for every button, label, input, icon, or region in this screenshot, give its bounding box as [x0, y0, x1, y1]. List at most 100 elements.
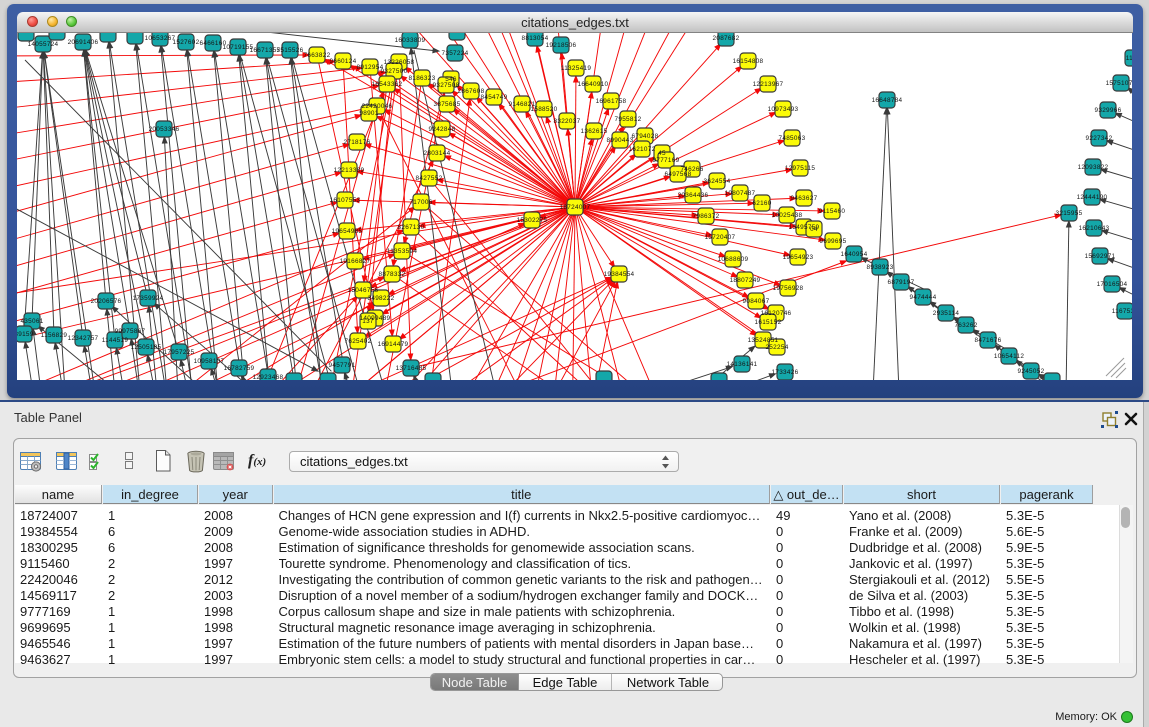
- svg-text:6879197: 6879197: [888, 279, 915, 286]
- svg-text:7485063: 7485063: [779, 135, 806, 142]
- svg-text:19654985: 19654985: [332, 228, 363, 235]
- svg-text:16120746: 16120746: [761, 310, 792, 317]
- svg-text:12213389: 12213389: [334, 167, 365, 174]
- svg-text:16914479: 16914479: [378, 341, 409, 348]
- svg-text:9329966: 9329966: [1095, 107, 1122, 114]
- svg-text:8878332: 8878332: [379, 271, 406, 278]
- svg-text:20206576: 20206576: [91, 298, 122, 305]
- svg-text:45: 45: [658, 150, 666, 157]
- svg-text:1362615: 1362615: [581, 128, 608, 135]
- svg-text:10973493: 10973493: [768, 106, 799, 113]
- svg-text:10654112: 10654112: [994, 353, 1025, 360]
- svg-text:8990443: 8990443: [607, 137, 634, 144]
- svg-text:19756928: 19756928: [773, 285, 804, 292]
- svg-text:16961758: 16961758: [596, 98, 627, 105]
- svg-text:1640954: 1640954: [841, 251, 868, 258]
- svg-text:16648784: 16648784: [872, 97, 903, 104]
- svg-text:98901: 98901: [359, 110, 378, 117]
- svg-text:12975115: 12975115: [785, 165, 816, 172]
- svg-text:1621072: 1621072: [629, 146, 656, 153]
- svg-text:9327508: 9327508: [433, 82, 460, 89]
- svg-text:763262: 763262: [954, 322, 977, 329]
- svg-text:19654923: 19654923: [783, 254, 814, 261]
- svg-text:15046756: 15046756: [348, 287, 379, 294]
- svg-text:2087682: 2087682: [713, 35, 740, 42]
- svg-text:15751074: 15751074: [1106, 80, 1132, 87]
- svg-text:1527602: 1527602: [173, 39, 200, 46]
- svg-text:3215955: 3215955: [1056, 210, 1083, 217]
- svg-text:717006: 717006: [409, 199, 432, 206]
- svg-text:9115460: 9115460: [819, 208, 846, 215]
- svg-text:2935114: 2935114: [933, 310, 960, 317]
- svg-text:8938923: 8938923: [867, 264, 894, 271]
- svg-text:15692971: 15692971: [1085, 253, 1116, 260]
- svg-text:8267130: 8267130: [398, 224, 425, 231]
- svg-text:16782759: 16782759: [224, 365, 255, 372]
- svg-text:9660124: 9660124: [330, 58, 357, 65]
- svg-text:17016504: 17016504: [1097, 281, 1128, 288]
- svg-text:8471676: 8471676: [975, 337, 1002, 344]
- svg-text:1167533: 1167533: [1112, 308, 1132, 315]
- svg-text:19166827: 19166827: [340, 258, 371, 265]
- svg-text:7625402: 7625402: [345, 338, 372, 345]
- svg-text:19384554: 19384554: [604, 271, 635, 278]
- svg-text:1144519: 1144519: [102, 337, 129, 344]
- svg-text:20691406: 20691406: [68, 39, 99, 46]
- svg-text:9463627: 9463627: [791, 195, 818, 202]
- svg-text:9227342: 9227342: [1086, 135, 1113, 142]
- svg-text:6497568: 6497568: [665, 171, 692, 178]
- svg-text:14136141: 14136141: [727, 361, 758, 368]
- svg-text:435061: 435061: [20, 318, 43, 325]
- svg-text:2718176: 2718176: [344, 139, 371, 146]
- svg-text:1588520: 1588520: [531, 106, 558, 113]
- svg-text:04: 04: [810, 226, 818, 233]
- svg-text:1615152: 1615152: [755, 319, 782, 326]
- svg-text:20053346: 20053346: [149, 126, 180, 133]
- svg-text:9699695: 9699695: [820, 238, 847, 245]
- svg-text:7663822: 7663822: [304, 52, 331, 59]
- svg-text:3498222: 3498222: [368, 295, 395, 302]
- svg-text:10688609: 10688609: [718, 256, 749, 263]
- svg-text:9474444: 9474444: [910, 294, 937, 301]
- svg-text:16640910: 16640910: [578, 81, 609, 88]
- svg-text:14055724: 14055724: [28, 41, 59, 48]
- svg-text:1733426: 1733426: [772, 369, 799, 376]
- svg-text:16107553: 16107553: [330, 197, 361, 204]
- svg-text:8813054: 8813054: [522, 35, 549, 42]
- svg-text:8427552: 8427552: [416, 175, 443, 182]
- svg-text:15302275: 15302275: [517, 217, 548, 224]
- svg-text:12213967: 12213967: [753, 81, 784, 88]
- svg-text:12342757: 12342757: [68, 335, 99, 342]
- svg-text:137: 137: [362, 318, 374, 325]
- svg-text:1117: 1117: [1126, 55, 1132, 62]
- svg-text:17957225: 17957225: [164, 349, 195, 356]
- svg-text:7515526: 7515526: [277, 47, 304, 54]
- svg-text:9327500: 9327500: [381, 68, 408, 75]
- svg-text:8454749: 8454749: [481, 94, 508, 101]
- svg-text:252254: 252254: [765, 344, 788, 351]
- svg-text:62160: 62160: [752, 200, 771, 207]
- svg-text:12444190: 12444190: [1077, 194, 1108, 201]
- svg-text:10025438: 10025438: [772, 212, 803, 219]
- svg-text:1156829: 1156829: [41, 332, 68, 339]
- svg-text:18807249: 18807249: [730, 277, 761, 284]
- svg-text:22420046: 22420046: [362, 103, 393, 110]
- svg-text:16033809: 16033809: [395, 37, 426, 44]
- svg-text:10807487: 10807487: [725, 190, 756, 197]
- svg-text:16154808: 16154808: [733, 58, 764, 65]
- svg-text:10958107: 10958107: [194, 358, 225, 365]
- svg-text:12923468: 12923468: [253, 374, 284, 380]
- svg-text:13716485: 13716485: [396, 365, 427, 372]
- svg-text:18724007: 18724007: [560, 204, 591, 211]
- svg-text:7357224: 7357224: [442, 50, 469, 57]
- svg-text:8186323: 8186323: [409, 75, 436, 82]
- svg-text:9084067: 9084067: [743, 298, 770, 305]
- svg-text:3624554: 3624554: [704, 178, 731, 185]
- svg-text:3875685: 3875685: [434, 101, 461, 108]
- svg-text:99975867: 99975867: [115, 328, 146, 335]
- svg-text:7986372: 7986372: [693, 213, 720, 220]
- svg-text:15720407: 15720407: [705, 234, 736, 241]
- svg-text:17359924: 17359924: [133, 295, 164, 302]
- svg-text:12093822: 12093822: [1078, 164, 1109, 171]
- svg-text:9245052: 9245052: [1018, 368, 1045, 375]
